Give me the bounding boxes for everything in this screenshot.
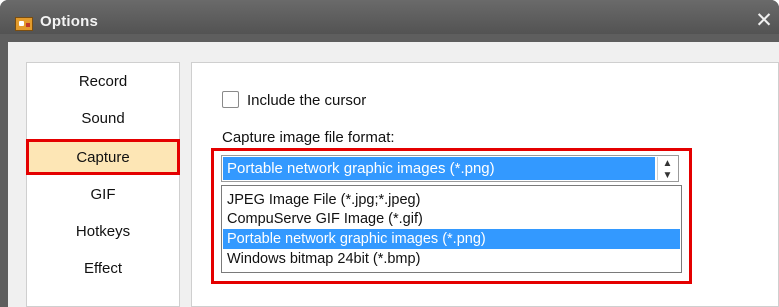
title-bar[interactable]: Options ✕	[0, 0, 779, 34]
nav-item-record[interactable]: Record	[27, 67, 179, 97]
format-option-bmp[interactable]: Windows bitmap 24bit (*.bmp)	[223, 249, 680, 269]
nav-item-hotkeys[interactable]: Hotkeys	[27, 217, 179, 247]
format-option-jpeg[interactable]: JPEG Image File (*.jpg;*.jpeg)	[223, 190, 680, 210]
options-nav: Record Sound Capture GIF Hotkeys Effect	[26, 62, 180, 307]
capture-format-dropdown-list: JPEG Image File (*.jpg;*.jpeg) CompuServ…	[221, 185, 682, 273]
capture-format-label: Capture image file format:	[222, 129, 395, 146]
nav-item-effect[interactable]: Effect	[27, 254, 179, 284]
nav-item-sound[interactable]: Sound	[27, 104, 179, 134]
nav-item-capture[interactable]: Capture	[26, 139, 180, 175]
capture-format-selected-value[interactable]: Portable network graphic images (*.png)	[223, 157, 655, 180]
nav-item-gif[interactable]: GIF	[27, 180, 179, 210]
include-cursor-checkbox[interactable]	[222, 91, 239, 108]
spin-arrows-icon[interactable]: ▲ ▼	[657, 157, 677, 181]
format-option-png[interactable]: Portable network graphic images (*.png)	[223, 229, 680, 249]
include-cursor-label[interactable]: Include the cursor	[247, 92, 366, 109]
window-title: Options	[40, 13, 99, 30]
capture-format-select[interactable]: Portable network graphic images (*.png) …	[221, 155, 679, 182]
format-option-gif[interactable]: CompuServe GIF Image (*.gif)	[223, 209, 680, 229]
close-icon[interactable]: ✕	[753, 10, 775, 32]
app-icon	[15, 17, 33, 31]
